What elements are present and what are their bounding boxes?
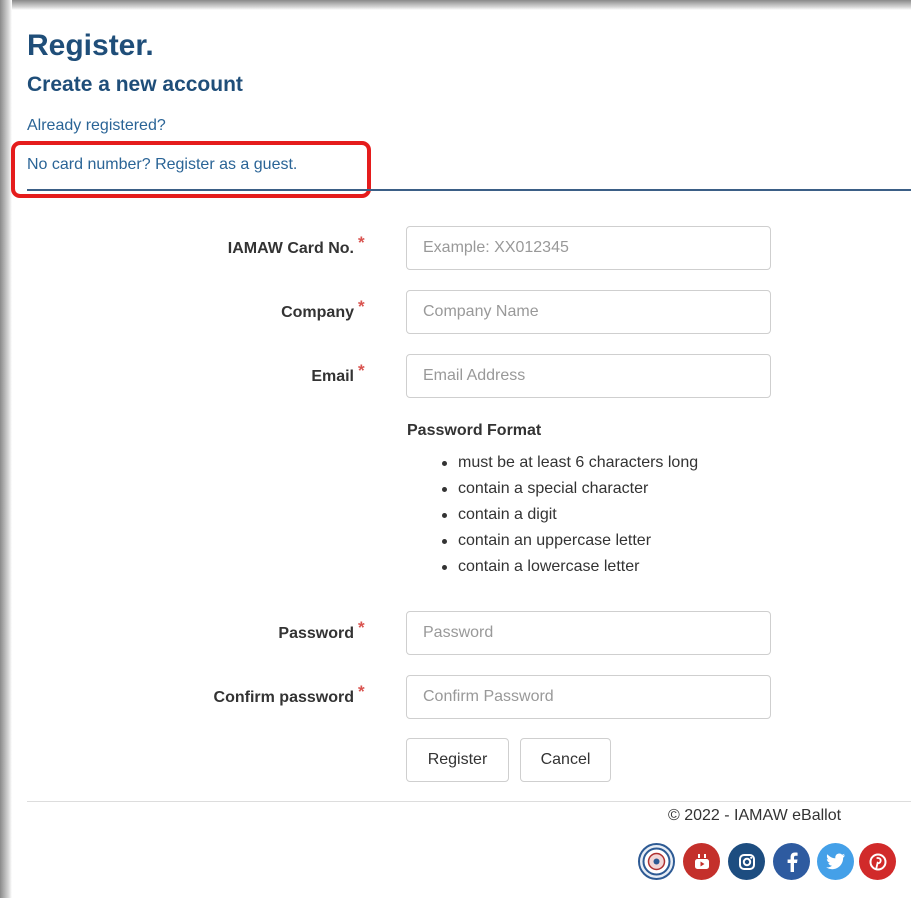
password-rule: contain a digit — [440, 505, 698, 531]
email-row: Email * — [0, 354, 911, 398]
password-rule: contain a special character — [440, 479, 698, 505]
copyright-text: © 2022 - IAMAW eBallot — [668, 807, 842, 824]
card-number-input[interactable] — [406, 226, 771, 270]
company-label: Company — [281, 304, 354, 321]
screenshot-frame-left — [0, 0, 12, 898]
confirm-password-input[interactable] — [406, 675, 771, 719]
password-row: Password * — [0, 611, 911, 655]
password-rule: contain an uppercase letter — [440, 531, 698, 557]
twitter-icon[interactable] — [817, 843, 854, 880]
page-title: Register. — [27, 29, 154, 62]
password-input[interactable] — [406, 611, 771, 655]
cancel-button[interactable]: Cancel — [520, 738, 611, 782]
register-button[interactable]: Register — [406, 738, 509, 782]
required-asterisk: * — [358, 233, 365, 252]
already-registered-link[interactable]: Already registered? — [27, 117, 166, 135]
company-row: Company * — [0, 290, 911, 334]
required-asterisk: * — [358, 361, 365, 380]
card-number-label: IAMAW Card No. — [227, 240, 354, 257]
password-rules-list: must be at least 6 characters long conta… — [440, 453, 698, 583]
iamaw-logo-icon[interactable] — [638, 843, 675, 880]
required-asterisk: * — [358, 618, 365, 637]
password-label: Password — [278, 625, 354, 642]
email-label: Email — [311, 368, 354, 385]
pinterest-icon[interactable] — [859, 843, 896, 880]
company-input[interactable] — [406, 290, 771, 334]
password-format-title: Password Format — [407, 422, 542, 439]
password-rule: must be at least 6 characters long — [440, 453, 698, 479]
required-asterisk: * — [358, 297, 365, 316]
footer-divider — [27, 801, 911, 802]
header-divider — [27, 189, 911, 191]
facebook-icon[interactable] — [773, 843, 810, 880]
screenshot-frame-top — [0, 0, 911, 10]
password-rule: contain a lowercase letter — [440, 557, 698, 583]
confirm-password-label: Confirm password — [213, 689, 354, 706]
page-subtitle: Create a new account — [27, 73, 243, 96]
youtube-icon[interactable] — [683, 843, 720, 880]
card-number-row: IAMAW Card No. * — [0, 226, 911, 270]
confirm-password-row: Confirm password * — [0, 675, 911, 719]
email-input[interactable] — [406, 354, 771, 398]
required-asterisk: * — [358, 682, 365, 701]
instagram-icon[interactable] — [728, 843, 765, 880]
